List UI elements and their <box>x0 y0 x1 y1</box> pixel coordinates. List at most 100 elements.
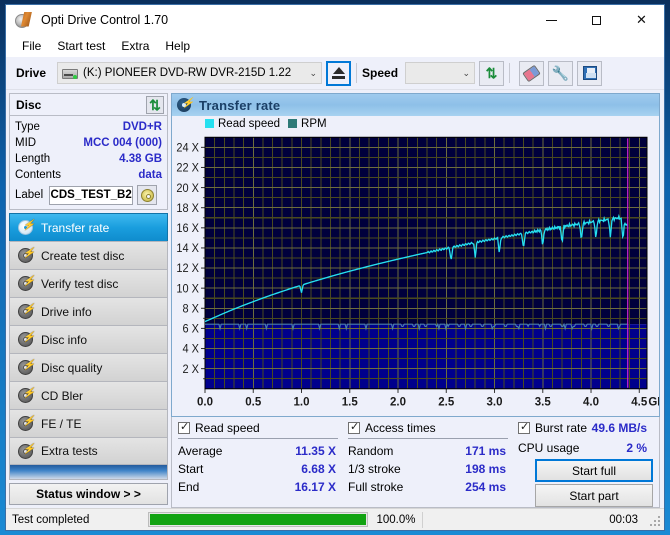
erase-button[interactable] <box>519 60 545 86</box>
drive-select-value: (K:) PIONEER DVD-RW DVR-215D 1.22 <box>83 67 292 79</box>
svg-text:4.0: 4.0 <box>583 395 599 408</box>
disc-bolt-icon: ⚡ <box>17 359 35 376</box>
svg-text:8 X: 8 X <box>183 303 200 315</box>
divider <box>178 438 338 439</box>
sidebar-item-fe-te[interactable]: ⚡ FE / TE <box>9 409 168 437</box>
svg-text:1.5: 1.5 <box>342 395 358 408</box>
disc-bolt-icon: ⚡ <box>17 387 35 404</box>
result-key: Random <box>348 444 394 458</box>
read-speed-checkbox-row[interactable]: Read speed <box>178 420 348 435</box>
refresh-icon: ⇅ <box>149 96 161 113</box>
cd-disc-icon <box>140 188 154 202</box>
sidebar-item-disc-info[interactable]: ⚡ Disc info <box>9 325 168 353</box>
menu-bar: File Start test Extra Help <box>6 35 664 57</box>
disc-panel: Disc ⇅ Type DVD+R MID MCC 004 (000) Leng… <box>9 93 168 210</box>
burst-rate-label: Burst rate <box>535 421 588 435</box>
eject-button[interactable] <box>326 60 352 86</box>
start-part-button[interactable]: Start part <box>535 484 653 507</box>
speed-select[interactable]: ⌄ <box>405 62 476 84</box>
svg-text:0.5: 0.5 <box>245 395 261 408</box>
sidebar-item-extra-tests[interactable]: ⚡ Extra tests <box>9 437 168 465</box>
result-key: Full stroke <box>348 480 404 494</box>
disc-bolt-icon: ⚡ <box>17 443 35 460</box>
sidebar-item-create-test-disc[interactable]: ⚡ Create test disc <box>9 241 168 269</box>
close-button[interactable]: ✕ <box>619 5 664 35</box>
svg-text:3.0: 3.0 <box>487 395 503 408</box>
cpu-usage-key: CPU usage <box>518 441 580 455</box>
sidebar-item-disc-quality[interactable]: ⚡ Disc quality <box>9 353 168 381</box>
status-window-button[interactable]: Status window > > <box>9 483 168 505</box>
toolbar-divider <box>356 63 358 83</box>
resize-grip[interactable] <box>648 514 660 526</box>
disc-bolt-icon: ⚡ <box>17 219 35 236</box>
disc-label-field[interactable]: CDS_TEST_B2 <box>49 185 134 205</box>
sidebar-item-label: Disc quality <box>41 360 103 375</box>
sidebar: Disc ⇅ Type DVD+R MID MCC 004 (000) Leng… <box>6 90 171 508</box>
access-times-checkbox-row[interactable]: Access times <box>348 420 518 435</box>
result-row-random: Random 171 ms <box>348 442 518 460</box>
drive-toolbar: Drive (K:) PIONEER DVD-RW DVR-215D 1.22 … <box>6 57 664 90</box>
save-button[interactable] <box>577 60 603 86</box>
burst-rate-checkbox[interactable] <box>518 420 530 434</box>
svg-text:2 X: 2 X <box>183 364 200 376</box>
disc-refresh-button[interactable]: ⇅ <box>146 95 164 114</box>
chart-plot-area[interactable]: 2 X 4 X 6 X 8 X 10 X 12 X 14 X 16 X 18 X 20 X 22 X… <box>172 131 659 416</box>
refresh-button[interactable]: ⇅ <box>479 60 505 86</box>
sidebar-item-label: Extra tests <box>41 444 98 458</box>
speed-label: Speed <box>362 66 399 80</box>
disc-row-key: Length <box>15 153 51 165</box>
disc-bolt-icon: ⚡ <box>17 303 35 320</box>
sidebar-item-verify-test-disc[interactable]: ⚡ Verify test disc <box>9 269 168 297</box>
svg-text:18 X: 18 X <box>176 203 199 215</box>
read-speed-checkbox[interactable] <box>178 420 190 434</box>
menu-file[interactable]: File <box>14 37 49 55</box>
result-key: 1/3 stroke <box>348 462 401 476</box>
result-row-average: Average 11.35 X <box>178 442 348 460</box>
drive-select[interactable]: (K:) PIONEER DVD-RW DVR-215D 1.22 ⌄ <box>57 62 323 84</box>
disc-row-value: MCC 004 (000) <box>83 137 162 149</box>
result-key: Average <box>178 444 223 458</box>
sidebar-item-cd-bler[interactable]: ⚡ CD Bler <box>9 381 168 409</box>
legend-label-rpm: RPM <box>301 117 327 130</box>
svg-text:14 X: 14 X <box>176 243 199 255</box>
disc-label-key: Label <box>15 189 44 201</box>
burst-rate-value: 49.6 MB/s <box>591 421 647 435</box>
tools-button[interactable]: 🔧 <box>548 60 574 86</box>
app-disc-icon <box>15 11 32 29</box>
legend-swatch-rpm <box>288 119 298 128</box>
sidebar-item-label: Drive info <box>41 304 92 319</box>
result-value: 254 ms <box>465 480 506 494</box>
maximize-button[interactable] <box>574 5 619 35</box>
wrench-icon: 🔧 <box>551 64 570 81</box>
disc-label-button[interactable] <box>137 185 158 205</box>
disc-info-rows: Type DVD+R MID MCC 004 (000) Length 4.38… <box>10 116 167 209</box>
svg-text:2.0: 2.0 <box>390 395 406 408</box>
access-times-column: Access times Random 171 ms 1/3 stroke 19… <box>348 420 518 507</box>
result-value: 171 ms <box>465 444 506 458</box>
menu-help[interactable]: Help <box>157 37 198 55</box>
menu-extra[interactable]: Extra <box>113 37 157 55</box>
divider <box>348 438 508 439</box>
disc-bolt-icon: ⚡ <box>17 275 35 292</box>
panel-title: Transfer rate <box>199 97 281 113</box>
svg-text:4.5: 4.5 <box>631 395 647 408</box>
disc-row-mid: MID MCC 004 (000) <box>15 135 162 151</box>
svg-text:10 X: 10 X <box>176 283 199 295</box>
sidebar-item-drive-info[interactable]: ⚡ Drive info <box>9 297 168 325</box>
start-full-button[interactable]: Start full <box>535 459 653 482</box>
disc-row-key: Type <box>15 121 40 133</box>
sidebar-item-transfer-rate[interactable]: ⚡ Transfer rate <box>9 213 168 241</box>
content-area: ⚡ Transfer rate Read speed RPM 2 X 4 X 6 X… <box>171 90 664 508</box>
disc-panel-title: Disc <box>16 97 42 112</box>
sidebar-item-label: Verify test disc <box>41 276 119 291</box>
menu-start-test[interactable]: Start test <box>49 37 113 55</box>
chevron-down-icon: ⌄ <box>309 67 318 78</box>
window-controls: ✕ <box>529 5 664 35</box>
result-row-full-stroke: Full stroke 254 ms <box>348 478 518 496</box>
results-panel: Read speed Average 11.35 X Start 6.68 X … <box>171 417 660 508</box>
window-title: Opti Drive Control 1.70 <box>41 13 169 27</box>
minimize-button[interactable] <box>529 5 574 35</box>
disc-row-type: Type DVD+R <box>15 119 162 135</box>
access-times-checkbox[interactable] <box>348 420 360 434</box>
refresh-icon: ⇅ <box>485 65 498 81</box>
